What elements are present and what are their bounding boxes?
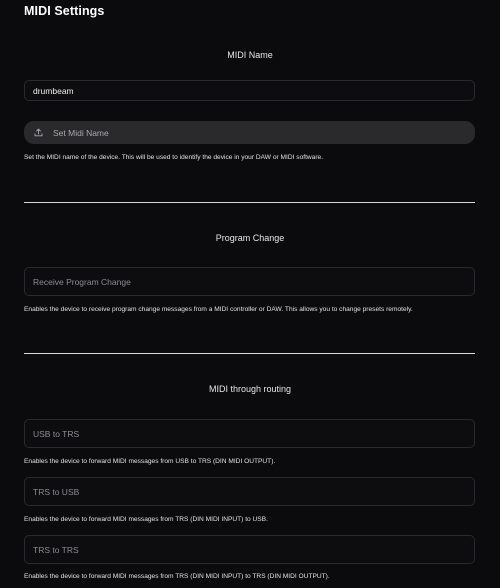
divider [24,202,475,203]
upload-icon [34,128,43,137]
section-heading-midi-through: MIDI through routing [208,384,292,394]
divider [24,353,475,354]
usb-to-trs-help: Enables the device to forward MIDI messa… [24,458,276,465]
trs-to-trs-toggle[interactable]: TRS to TRS [24,535,475,564]
midi-name-input[interactable]: drumbeam [24,80,475,101]
midi-name-help: Set the MIDI name of the device. This wi… [24,154,324,161]
trs-to-trs-help: Enables the device to forward MIDI messa… [24,573,330,580]
receive-program-change-toggle[interactable]: Receive Program Change [24,267,475,296]
page-title: MIDI Settings [24,4,105,18]
set-midi-name-label: Set Midi Name [53,127,109,138]
section-heading-program-change: Program Change [215,233,285,243]
section-heading-midi-name: MIDI Name [227,50,273,60]
trs-to-usb-toggle[interactable]: TRS to USB [24,477,475,506]
trs-to-usb-help: Enables the device to forward MIDI messa… [24,516,268,523]
usb-to-trs-toggle[interactable]: USB to TRS [24,419,475,448]
set-midi-name-button[interactable]: Set Midi Name [24,121,475,144]
program-change-help: Enables the device to receive program ch… [24,306,413,313]
